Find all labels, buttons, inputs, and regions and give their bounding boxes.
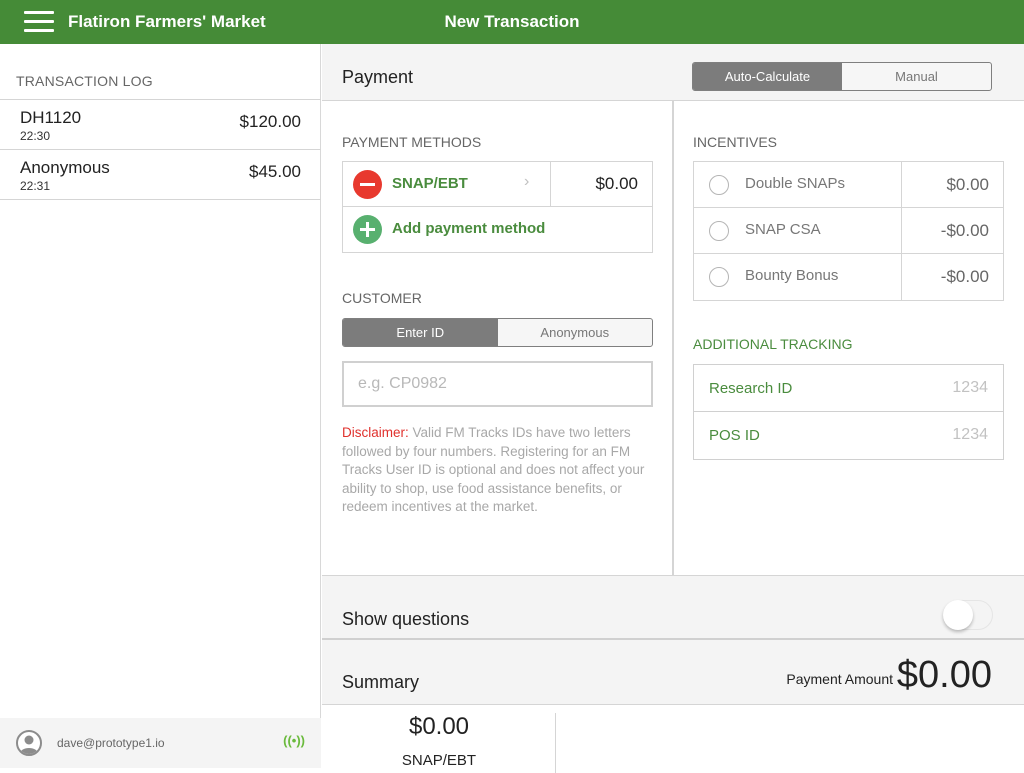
radio-button[interactable] (709, 267, 729, 287)
show-questions-bar: Show questions (322, 575, 1024, 640)
pos-id-field[interactable]: POS ID 1234 (694, 412, 1003, 459)
radio-button[interactable] (709, 175, 729, 195)
incentive-amount-cell: $0.00 (901, 162, 1004, 208)
incentive-amount: $0.00 (946, 175, 989, 194)
tracking-fields: Research ID 1234 POS ID 1234 (693, 364, 1004, 460)
payment-methods-list: SNAP/EBT › $0.00 Add payment method (342, 161, 653, 253)
chevron-right-icon: › (524, 173, 530, 190)
top-app-bar: Flatiron Farmers' Market New Transaction (0, 0, 1024, 44)
user-email: dave@prototype1.io (57, 736, 165, 750)
summary-item: $0.00 SNAP/EBT (322, 713, 556, 773)
research-id-placeholder: 1234 (952, 379, 988, 396)
incentive-amount-cell: -$0.00 (901, 254, 1004, 300)
enter-id-option[interactable]: Enter ID (343, 319, 498, 346)
summary-item-name: SNAP/EBT (401, 752, 477, 769)
payment-method-amount: $0.00 (595, 174, 638, 193)
incentive-name: Bounty Bonus (745, 267, 839, 284)
add-icon[interactable] (353, 215, 382, 244)
add-payment-method-button[interactable]: Add payment method (343, 207, 652, 252)
payment-amount-total: $0.00 (896, 654, 992, 696)
transaction-log-item[interactable]: Anonymous 22:31 $45.00 (0, 150, 321, 200)
add-payment-method-label: Add payment method (392, 220, 546, 237)
incentives-list: Double SNAPs $0.00 SNAP CSA -$0.00 Bount… (693, 161, 1004, 301)
additional-tracking-label: ADDITIONAL TRACKING (693, 336, 853, 352)
transaction-name: DH1120 (20, 108, 82, 127)
customer-label: CUSTOMER (342, 290, 422, 306)
transaction-amount: $120.00 (239, 112, 301, 131)
incentive-row[interactable]: SNAP CSA -$0.00 (694, 208, 1003, 254)
summary-bar: Summary Payment Amount $0.00 (322, 640, 1024, 705)
payment-method-row[interactable]: SNAP/EBT › $0.00 (343, 162, 652, 207)
incentive-amount-cell: -$0.00 (901, 208, 1004, 254)
incentive-row[interactable]: Bounty Bonus -$0.00 (694, 254, 1003, 300)
connection-status-icon: ((•)) (283, 733, 305, 748)
payment-method-name: SNAP/EBT (392, 175, 468, 192)
auto-calculate-option[interactable]: Auto-Calculate (693, 63, 842, 90)
incentive-row[interactable]: Double SNAPs $0.00 (694, 162, 1003, 208)
radio-button[interactable] (709, 221, 729, 241)
disclaimer-prefix: Disclaimer: (342, 425, 409, 440)
payment-amount-field[interactable]: $0.00 (550, 162, 653, 207)
payment-methods-label: PAYMENT METHODS (342, 134, 482, 150)
transaction-amount: $45.00 (249, 162, 301, 181)
disclaimer-text: Disclaimer: Valid FM Tracks IDs have two… (342, 424, 657, 517)
transaction-name: Anonymous (20, 158, 110, 177)
anonymous-option[interactable]: Anonymous (498, 319, 653, 346)
main-content: Payment Auto-Calculate Manual PAYMENT ME… (322, 44, 1024, 773)
research-id-label: Research ID (709, 380, 793, 397)
incentive-name: SNAP CSA (745, 221, 821, 238)
toggle-knob (943, 600, 973, 630)
research-id-field[interactable]: Research ID 1234 (694, 365, 1003, 412)
summary-item-amount: $0.00 (408, 713, 470, 740)
manual-option[interactable]: Manual (842, 63, 991, 90)
customer-mode-toggle: Enter ID Anonymous (342, 318, 653, 347)
transaction-log-header: TRANSACTION LOG (16, 73, 153, 89)
show-questions-label: Show questions (342, 609, 470, 629)
incentive-amount: -$0.00 (940, 267, 989, 286)
transaction-time: 22:31 (20, 179, 51, 193)
transaction-time: 22:30 (20, 129, 51, 143)
transaction-log-list: DH1120 22:30 $120.00 Anonymous 22:31 $45… (0, 99, 321, 200)
customer-id-input[interactable] (342, 361, 653, 407)
sidebar-footer: dave@prototype1.io ((•)) (0, 718, 321, 768)
incentives-label: INCENTIVES (693, 134, 778, 150)
incentive-amount: -$0.00 (940, 221, 989, 240)
menu-icon[interactable] (24, 11, 56, 33)
remove-icon[interactable] (353, 170, 382, 199)
incentive-name: Double SNAPs (745, 175, 846, 192)
page-title: New Transaction (444, 12, 580, 31)
app-title: Flatiron Farmers' Market (68, 12, 266, 31)
show-questions-toggle[interactable] (943, 600, 993, 630)
pos-id-placeholder: 1234 (952, 426, 988, 443)
transaction-log-item[interactable]: DH1120 22:30 $120.00 (0, 100, 321, 150)
avatar-icon[interactable] (16, 730, 42, 756)
calculation-mode-toggle: Auto-Calculate Manual (692, 62, 992, 91)
summary-title: Summary (342, 672, 420, 692)
pos-id-label: POS ID (709, 427, 760, 444)
payment-header: Payment Auto-Calculate Manual (322, 44, 1024, 101)
payment-amount-label: Payment Amount (786, 671, 893, 687)
payment-title: Payment (342, 67, 414, 87)
column-divider (672, 101, 674, 575)
sidebar: TRANSACTION LOG DH1120 22:30 $120.00 Ano… (0, 44, 321, 768)
